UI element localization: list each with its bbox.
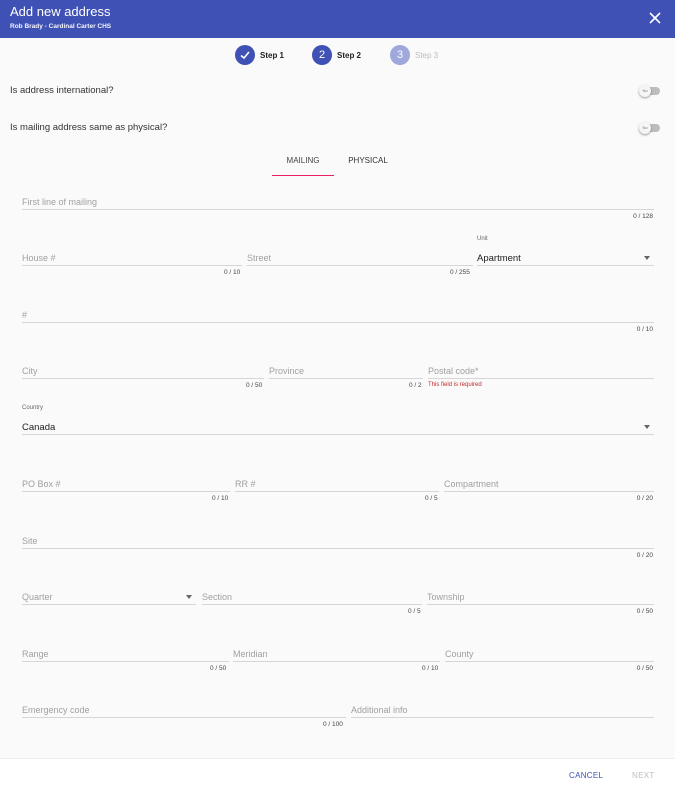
dialog-subtitle: Rob Brady - Cardinal Carter CHS bbox=[10, 23, 112, 30]
emergency-code-input[interactable]: Emergency code bbox=[22, 704, 346, 718]
step-3-number: 3 bbox=[390, 45, 410, 65]
international-toggle-knob: No bbox=[639, 85, 651, 97]
section-input[interactable]: Section bbox=[202, 591, 422, 605]
postal-code-input[interactable]: Postal code* bbox=[428, 365, 654, 379]
section-counter: 0 / 5 bbox=[408, 608, 421, 615]
house-number-counter: 0 / 10 bbox=[224, 269, 241, 276]
dialog-title: Add new address bbox=[10, 4, 111, 19]
quarter-placeholder: Quarter bbox=[22, 592, 53, 602]
step-2-label: Step 2 bbox=[337, 50, 362, 60]
rr-placeholder: RR # bbox=[235, 479, 256, 489]
quarter-select[interactable]: Quarter bbox=[22, 591, 196, 605]
range-counter: 0 / 50 bbox=[210, 665, 227, 672]
dialog-footer: CANCEL NEXT bbox=[0, 758, 675, 792]
step-1[interactable]: Step 1 bbox=[235, 44, 284, 66]
province-placeholder: Province bbox=[269, 366, 305, 376]
chevron-down-icon bbox=[644, 425, 650, 429]
meridian-input[interactable]: Meridian bbox=[233, 648, 440, 662]
close-icon[interactable] bbox=[647, 10, 663, 26]
cancel-button[interactable]: CANCEL bbox=[569, 771, 603, 780]
unit-select[interactable]: Unit Apartment bbox=[477, 236, 654, 266]
required-marker: * bbox=[475, 366, 479, 376]
emergency-code-counter: 0 / 100 bbox=[323, 721, 343, 728]
po-box-placeholder: PO Box # bbox=[22, 479, 61, 489]
same-as-physical-toggle[interactable]: No bbox=[639, 122, 660, 134]
county-input[interactable]: County bbox=[445, 648, 654, 662]
unit-number-counter: 0 / 10 bbox=[636, 326, 653, 333]
next-button[interactable]: NEXT bbox=[632, 771, 655, 780]
site-counter: 0 / 20 bbox=[636, 552, 653, 559]
county-counter: 0 / 50 bbox=[636, 665, 653, 672]
chevron-down-icon bbox=[186, 595, 192, 599]
meridian-placeholder: Meridian bbox=[233, 649, 268, 659]
chevron-down-icon bbox=[644, 256, 650, 260]
compartment-placeholder: Compartment bbox=[444, 479, 499, 489]
international-question: Is address international? bbox=[10, 85, 114, 96]
po-box-counter: 0 / 10 bbox=[212, 495, 229, 502]
house-number-input[interactable]: House # bbox=[22, 252, 242, 266]
site-input[interactable]: Site bbox=[22, 535, 654, 549]
same-as-physical-question: Is mailing address same as physical? bbox=[10, 122, 168, 133]
province-input[interactable]: Province bbox=[269, 365, 423, 379]
rr-counter: 0 / 5 bbox=[425, 495, 438, 502]
country-value: Canada bbox=[22, 422, 56, 433]
first-line-input[interactable]: First line of mailing bbox=[22, 196, 654, 210]
same-as-physical-toggle-knob: No bbox=[639, 122, 651, 134]
meridian-counter: 0 / 10 bbox=[422, 665, 439, 672]
step-3-label: Step 3 bbox=[415, 50, 439, 60]
compartment-counter: 0 / 20 bbox=[636, 495, 653, 502]
street-input[interactable]: Street bbox=[247, 252, 473, 266]
house-number-placeholder: House # bbox=[22, 253, 56, 263]
step-2[interactable]: 2 Step 2 bbox=[312, 44, 361, 66]
postal-code-placeholder-text: Postal code bbox=[428, 366, 476, 376]
additional-info-input[interactable]: Additional info bbox=[351, 704, 654, 718]
postal-code-error: This field is required bbox=[428, 382, 482, 388]
stepper: Step 1 2 Step 2 3 Step 3 bbox=[0, 44, 675, 66]
po-box-input[interactable]: PO Box # bbox=[22, 478, 230, 492]
country-label: Country bbox=[22, 405, 44, 411]
international-toggle[interactable]: No bbox=[639, 85, 660, 97]
section-placeholder: Section bbox=[202, 592, 233, 602]
city-input[interactable]: City bbox=[22, 365, 264, 379]
check-icon bbox=[235, 45, 255, 65]
city-placeholder: City bbox=[22, 366, 38, 376]
first-line-counter: 0 / 128 bbox=[633, 213, 653, 220]
international-row: Is address international? No bbox=[10, 85, 662, 99]
range-input[interactable]: Range bbox=[22, 648, 229, 662]
unit-value: Apartment bbox=[477, 253, 521, 264]
rr-input[interactable]: RR # bbox=[235, 478, 439, 492]
step-2-number: 2 bbox=[312, 45, 332, 65]
street-placeholder: Street bbox=[247, 253, 272, 263]
province-counter: 0 / 2 bbox=[409, 382, 422, 389]
dialog-header: Add new address Rob Brady - Cardinal Car… bbox=[0, 0, 675, 38]
same-as-physical-row: Is mailing address same as physical? No bbox=[10, 122, 662, 136]
additional-info-placeholder: Additional info bbox=[351, 705, 408, 715]
site-placeholder: Site bbox=[22, 536, 38, 546]
city-counter: 0 / 50 bbox=[246, 382, 263, 389]
emergency-code-placeholder: Emergency code bbox=[22, 705, 90, 715]
street-counter: 0 / 255 bbox=[450, 269, 470, 276]
postal-code-placeholder: Postal code* bbox=[428, 366, 479, 376]
country-select[interactable]: Country Canada bbox=[22, 405, 654, 435]
step-1-label: Step 1 bbox=[260, 50, 285, 60]
tab-physical[interactable]: PHYSICAL bbox=[342, 150, 394, 176]
step-3: 3 Step 3 bbox=[390, 44, 438, 66]
tab-mailing[interactable]: MAILING bbox=[272, 150, 334, 176]
unit-number-input[interactable]: # bbox=[22, 309, 654, 323]
range-placeholder: Range bbox=[22, 649, 49, 659]
unit-label: Unit bbox=[477, 236, 488, 242]
county-placeholder: County bbox=[445, 649, 474, 659]
unit-number-placeholder: # bbox=[22, 310, 28, 320]
compartment-input[interactable]: Compartment bbox=[444, 478, 654, 492]
first-line-placeholder: First line of mailing bbox=[22, 197, 98, 207]
township-placeholder: Township bbox=[427, 592, 465, 602]
township-counter: 0 / 50 bbox=[636, 608, 653, 615]
township-input[interactable]: Township bbox=[427, 591, 654, 605]
